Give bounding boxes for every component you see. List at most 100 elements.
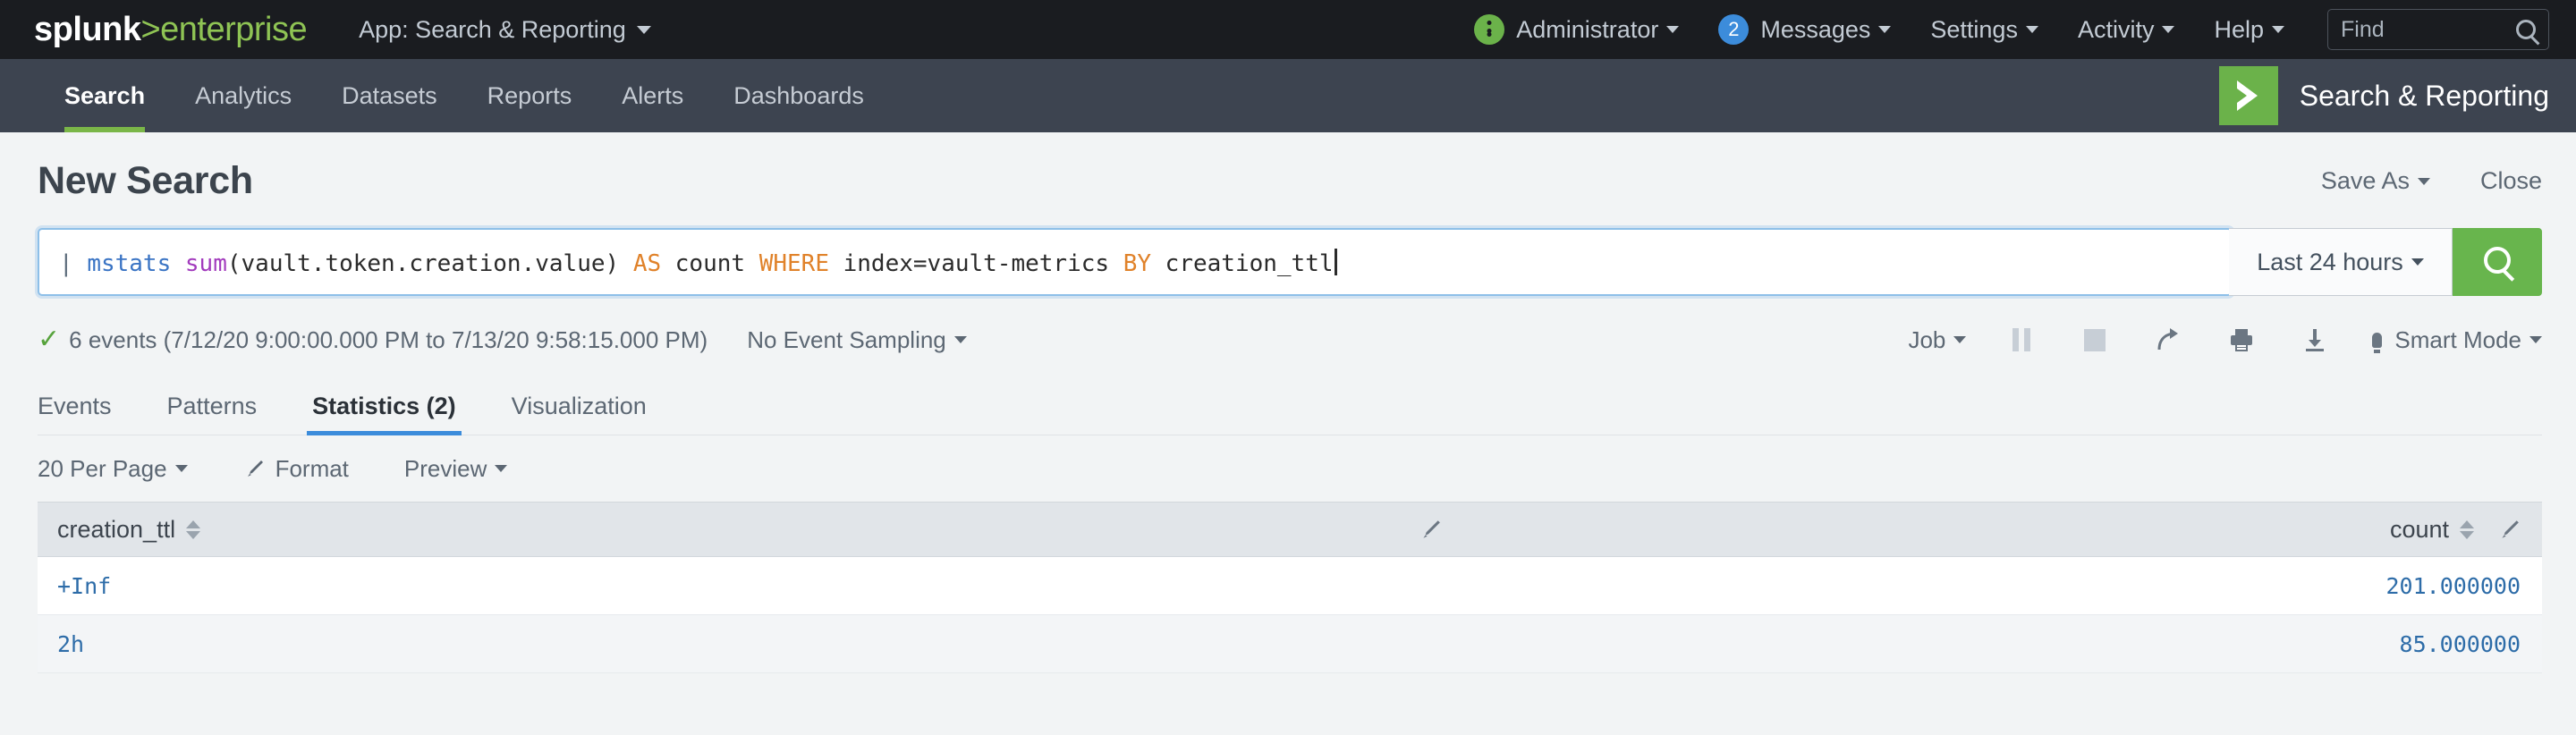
close-button[interactable]: Close bbox=[2480, 167, 2542, 195]
nav-item-label: Alerts bbox=[622, 81, 684, 109]
event-sampling-picker[interactable]: No Event Sampling bbox=[747, 326, 967, 354]
spl-keyword-by: BY bbox=[1123, 250, 1165, 277]
page-title: New Search bbox=[38, 159, 253, 202]
nav-item-analytics[interactable]: Analytics bbox=[170, 59, 317, 132]
magnifier-icon bbox=[2484, 247, 2511, 274]
column-format-icon[interactable] bbox=[1419, 518, 1442, 541]
print-icon[interactable] bbox=[2224, 322, 2259, 358]
find-input[interactable]: Find bbox=[2327, 9, 2549, 50]
tab-label: Statistics (2) bbox=[312, 393, 456, 419]
results-table: creation_ttl count +Inf 201.000000 2h 85… bbox=[38, 502, 2542, 673]
chevron-down-icon bbox=[495, 465, 508, 472]
sort-icon[interactable] bbox=[2460, 520, 2474, 539]
table-toolbar: 20 Per Page Format Preview bbox=[38, 435, 2542, 502]
user-menu[interactable]: Administrator bbox=[1474, 14, 1680, 45]
format-button[interactable]: Format bbox=[243, 455, 349, 483]
table-cell-count: 201.000000 bbox=[1478, 573, 2542, 599]
pause-icon[interactable] bbox=[2004, 322, 2039, 358]
per-page-picker[interactable]: 20 Per Page bbox=[38, 455, 188, 483]
sort-icon[interactable] bbox=[186, 520, 201, 539]
chevron-down-icon bbox=[1666, 26, 1680, 33]
job-label: Job bbox=[1908, 325, 1946, 353]
job-menu[interactable]: Job bbox=[1908, 325, 1967, 354]
chevron-right-icon bbox=[2218, 66, 2278, 125]
cell-link[interactable]: 2h bbox=[57, 631, 84, 657]
page-header: New Search Save As Close bbox=[0, 132, 2576, 203]
tab-patterns[interactable]: Patterns bbox=[167, 393, 258, 435]
results-meta-row: ✓ 6 events (7/12/20 9:00:00.000 PM to 7/… bbox=[38, 319, 2542, 360]
help-menu[interactable]: Help bbox=[2214, 16, 2284, 44]
search-query-text: | mstats sum(vault.token.creation.value)… bbox=[59, 249, 1337, 275]
nav-item-datasets[interactable]: Datasets bbox=[317, 59, 462, 132]
table-header-cell-creation-ttl[interactable]: creation_ttl bbox=[38, 516, 1478, 544]
app-brand-label: Search & Reporting bbox=[2299, 79, 2549, 112]
save-as-label: Save As bbox=[2320, 167, 2410, 194]
table-cell-creation-ttl: +Inf bbox=[38, 573, 1478, 599]
preview-picker[interactable]: Preview bbox=[404, 455, 508, 483]
chevron-down-icon bbox=[2411, 258, 2424, 266]
cell-link[interactable]: +Inf bbox=[57, 573, 111, 599]
download-icon[interactable] bbox=[2297, 322, 2333, 358]
system-bar: splunk >enterprise App: Search & Reporti… bbox=[0, 0, 2576, 59]
column-format-icon[interactable] bbox=[2497, 518, 2521, 541]
splunk-logo[interactable]: splunk >enterprise bbox=[34, 10, 308, 49]
settings-menu[interactable]: Settings bbox=[1930, 16, 2038, 44]
check-icon: ✓ bbox=[38, 325, 61, 354]
text-cursor bbox=[1334, 249, 1337, 275]
share-icon[interactable] bbox=[2150, 322, 2186, 358]
cell-link[interactable]: 201.000000 bbox=[2385, 573, 2521, 599]
table-row[interactable]: +Inf 201.000000 bbox=[38, 557, 2542, 615]
activity-menu[interactable]: Activity bbox=[2078, 16, 2175, 44]
table-row[interactable]: 2h 85.000000 bbox=[38, 615, 2542, 673]
spl-alias: count bbox=[674, 250, 759, 277]
chevron-down-icon bbox=[953, 336, 967, 343]
spl-args: (vault.token.creation.value) bbox=[226, 250, 633, 277]
settings-label: Settings bbox=[1930, 15, 2018, 43]
tab-visualization[interactable]: Visualization bbox=[512, 393, 647, 435]
save-as-button[interactable]: Save As bbox=[2321, 167, 2430, 195]
table-header-row: creation_ttl count bbox=[38, 502, 2542, 557]
format-label: Format bbox=[275, 454, 349, 482]
cell-link[interactable]: 85.000000 bbox=[2400, 631, 2521, 657]
close-label: Close bbox=[2479, 167, 2542, 194]
job-controls: Job Smart Mode bbox=[1908, 322, 2542, 358]
spl-command: mstats bbox=[87, 250, 185, 277]
logo-splunk-text: splunk bbox=[34, 10, 141, 48]
chevron-down-icon bbox=[2417, 177, 2430, 185]
table-header-cell-count[interactable]: count bbox=[1478, 516, 2542, 544]
time-range-picker[interactable]: Last 24 hours bbox=[2229, 228, 2453, 296]
search-icon[interactable] bbox=[2516, 20, 2536, 39]
help-label: Help bbox=[2214, 15, 2264, 43]
logo-enterprise-text: >enterprise bbox=[140, 10, 308, 48]
app-selector-label: App: Search & Reporting bbox=[359, 15, 626, 43]
spl-pipe: | bbox=[59, 250, 88, 277]
spl-groupby: creation_ttl bbox=[1165, 250, 1334, 277]
lightbulb-icon bbox=[2372, 332, 2383, 353]
spl-function: sum bbox=[184, 250, 227, 277]
tab-events[interactable]: Events bbox=[38, 393, 112, 435]
brush-icon bbox=[243, 458, 265, 479]
table-cell-creation-ttl: 2h bbox=[38, 631, 1478, 657]
nav-item-search[interactable]: Search bbox=[39, 59, 170, 132]
stop-icon[interactable] bbox=[2077, 322, 2113, 358]
run-search-button[interactable] bbox=[2453, 228, 2542, 296]
nav-item-label: Reports bbox=[487, 81, 572, 109]
chevron-down-icon bbox=[2529, 336, 2542, 343]
messages-menu[interactable]: 2 Messages bbox=[1718, 14, 1892, 45]
search-query-input[interactable]: | mstats sum(vault.token.creation.value)… bbox=[38, 228, 2233, 296]
nav-item-alerts[interactable]: Alerts bbox=[597, 59, 708, 132]
nav-item-reports[interactable]: Reports bbox=[462, 59, 597, 132]
nav-item-dashboards[interactable]: Dashboards bbox=[708, 59, 889, 132]
tab-statistics[interactable]: Statistics (2) bbox=[307, 393, 462, 435]
app-brand: Search & Reporting bbox=[2218, 59, 2549, 132]
app-selector[interactable]: App: Search & Reporting bbox=[359, 16, 651, 44]
chevron-down-icon bbox=[1878, 26, 1892, 33]
chevron-down-icon bbox=[1953, 336, 1967, 343]
search-bar-row: | mstats sum(vault.token.creation.value)… bbox=[38, 228, 2542, 296]
page-actions: Save As Close bbox=[2271, 167, 2542, 195]
chevron-down-icon bbox=[174, 465, 188, 472]
spl-keyword-where: WHERE bbox=[758, 250, 843, 277]
search-mode-label: Smart Mode bbox=[2394, 325, 2521, 353]
per-page-label: 20 Per Page bbox=[38, 454, 167, 482]
search-mode-picker[interactable]: Smart Mode bbox=[2394, 326, 2542, 354]
